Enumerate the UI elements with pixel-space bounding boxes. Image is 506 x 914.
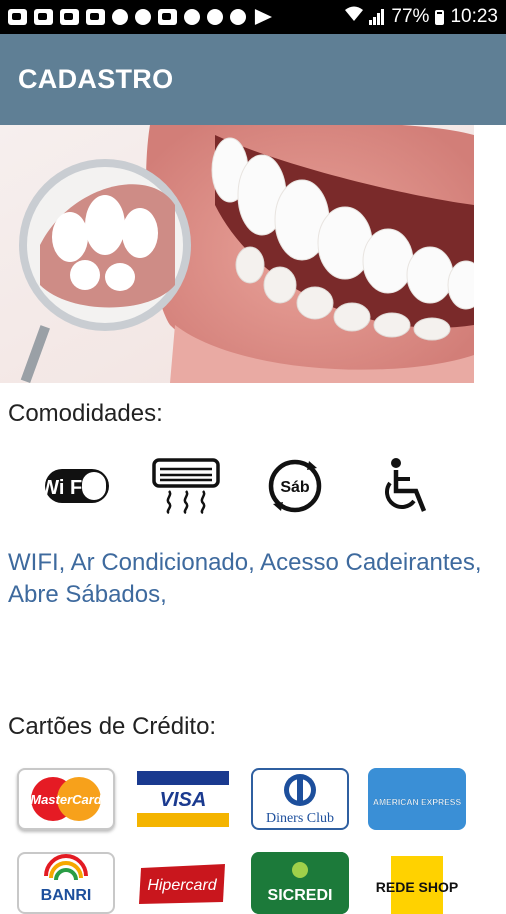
amenities-icons: Wi Fi Sáb (22, 455, 458, 517)
sicredi-label: SICREDI (268, 887, 333, 904)
amenities-list-text: WIFI, Ar Condicionado, Acesso Cadeirante… (8, 549, 482, 608)
bug-icon (112, 9, 128, 25)
youtube-icon (34, 9, 53, 25)
amenities-heading: Comodidades: (8, 400, 163, 427)
mail-icon (86, 9, 105, 25)
status-bar: 77% 10:23 (0, 0, 506, 34)
visa-logo: VISA (134, 768, 232, 830)
air-conditioner-icon (131, 455, 240, 517)
wheelchair-icon (349, 455, 458, 517)
american-express-logo: AMERICAN EXPRESS (368, 768, 466, 830)
mastercard-label: MasterCard (30, 792, 103, 807)
dental-smile-image (0, 125, 474, 383)
rede-shop-logo: REDE SHOP (368, 852, 466, 914)
hipercard-label: Hipercard (147, 877, 217, 894)
clock: 10:23 (450, 6, 498, 27)
wifi-signal-icon (345, 6, 364, 28)
banri-logo: BANRI (17, 852, 115, 914)
wifi-icon-label: Wi Fi (44, 477, 88, 499)
credit-cards-heading: Cartões de Crédito: (8, 713, 217, 740)
open-saturday-icon-label: Sáb (280, 479, 310, 496)
hipercard-logo: Hipercard (134, 852, 232, 914)
chat-icon (135, 9, 151, 25)
mastercard-logo: MasterCard (17, 768, 115, 830)
instagram-icon (158, 9, 177, 25)
rede-shop-label: REDE SHOP (376, 879, 458, 895)
notification-icon (8, 9, 27, 25)
play-icon (254, 9, 272, 25)
diners-club-logo: Diners Club (251, 768, 349, 830)
american-express-label: AMERICAN EXPRESS (373, 797, 462, 807)
wifi-icon: Wi Fi (22, 455, 131, 517)
app-bar: CADASTRO (0, 34, 506, 125)
diners-club-label: Diners Club (266, 811, 334, 826)
gallery-icon (60, 9, 79, 25)
fire-icon (230, 9, 246, 25)
battery-percent: 77% (391, 6, 430, 27)
sicredi-logo: SICREDI (251, 852, 349, 914)
whatsapp-icon (207, 9, 223, 25)
battery-icon (435, 9, 445, 25)
credit-cards-row-2: BANRI Hipercard SICREDI REDE SHOP (17, 852, 466, 914)
bird-icon (184, 9, 200, 25)
visa-label: VISA (160, 789, 207, 811)
banri-label: BANRI (41, 887, 92, 904)
notification-icons (8, 9, 272, 25)
page-title: CADASTRO (18, 64, 174, 94)
credit-cards-row-1: MasterCard VISA Diners Club AMERICAN EXP… (17, 768, 466, 830)
cell-signal-icon (369, 9, 385, 25)
open-saturday-icon: Sáb (240, 455, 349, 517)
